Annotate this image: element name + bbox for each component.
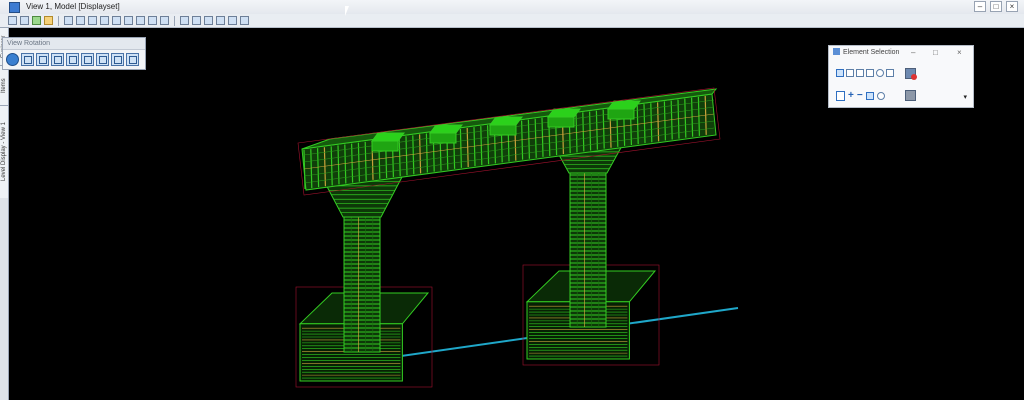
- bearing-block-face: [547, 116, 575, 128]
- window-area-icon[interactable]: [100, 16, 109, 25]
- window-titlebar: View 1, Model [Displayset] – □ ×: [0, 0, 1024, 15]
- navigate-icon[interactable]: [240, 16, 249, 25]
- toolbox-title: View Rotation: [3, 38, 145, 50]
- zoom-out-icon[interactable]: [88, 16, 97, 25]
- selection-tool-icon: [833, 48, 840, 55]
- fit-view-icon[interactable]: [112, 16, 121, 25]
- bearing-block: [547, 108, 581, 118]
- view-rotation-buttons: [3, 50, 145, 69]
- bearing-block: [489, 116, 523, 126]
- view-previous-icon[interactable]: [148, 16, 157, 25]
- maximize-button[interactable]: □: [933, 46, 938, 59]
- invert-mode-icon[interactable]: [865, 92, 874, 100]
- window-controls: – □ ×: [974, 1, 1018, 12]
- bottom-view-icon[interactable]: [81, 53, 94, 66]
- iso-right-view-icon[interactable]: [126, 53, 139, 66]
- toggle-mode-icon[interactable]: [876, 92, 885, 100]
- view-next-icon[interactable]: [160, 16, 169, 25]
- toolbar-separator: [174, 15, 175, 26]
- back-view-icon[interactable]: [96, 53, 109, 66]
- selection-method-row: [836, 69, 894, 77]
- maximize-button[interactable]: □: [990, 1, 1002, 12]
- window-title: View 1, Model [Displayset]: [26, 2, 120, 11]
- display-style-icon[interactable]: [20, 16, 29, 25]
- circle-method-icon[interactable]: [876, 69, 884, 77]
- element-selection-dialog: Element Selection – □ × + − ▾: [828, 45, 974, 108]
- bearing-block-face: [371, 140, 399, 152]
- front-view-icon[interactable]: [36, 53, 49, 66]
- saved-views-icon[interactable]: [216, 16, 225, 25]
- rotate-view-icon[interactable]: [6, 53, 19, 66]
- camera-icon[interactable]: [204, 16, 213, 25]
- pier-model: [295, 87, 739, 388]
- bearing-block: [429, 124, 463, 134]
- options-dropdown[interactable]: ▾: [963, 93, 967, 101]
- dialog-titlebar: Element Selection – □ ×: [829, 46, 973, 59]
- view-toolbar: [0, 14, 1024, 28]
- pan-view-icon[interactable]: [136, 16, 145, 25]
- view-rotation-toolbox: View Rotation: [2, 37, 146, 70]
- levels-icon[interactable]: [32, 16, 41, 25]
- fence-method-icon[interactable]: [886, 69, 894, 77]
- minimize-button[interactable]: –: [911, 46, 915, 59]
- view-attributes-icon[interactable]: [8, 16, 17, 25]
- select-arrow-icon[interactable]: [836, 91, 845, 101]
- rotate-view-icon[interactable]: [124, 16, 133, 25]
- render-icon[interactable]: [228, 16, 237, 25]
- clip-volume-icon[interactable]: [180, 16, 189, 25]
- bearing-block-face: [429, 132, 457, 144]
- zoom-in-icon[interactable]: [76, 16, 85, 25]
- block-method-icon[interactable]: [846, 69, 854, 77]
- clear-selection-icon[interactable]: [905, 68, 917, 80]
- update-view-icon[interactable]: [64, 16, 73, 25]
- minimize-button[interactable]: –: [974, 1, 986, 12]
- bearing-block-face: [489, 124, 517, 136]
- left-view-icon[interactable]: [111, 53, 124, 66]
- bearing-block-face: [607, 108, 635, 120]
- close-button[interactable]: ×: [957, 46, 962, 59]
- selection-mode-row: + −: [836, 91, 885, 101]
- add-mode-icon[interactable]: +: [848, 91, 854, 101]
- bearing-block: [371, 132, 405, 142]
- toolbar-separator: [58, 15, 59, 26]
- select-all-icon[interactable]: [905, 90, 916, 101]
- mouse-cursor-icon: [345, 6, 353, 16]
- shape-method-icon[interactable]: [856, 69, 864, 77]
- view-icon: [9, 2, 20, 13]
- individual-method-icon[interactable]: [836, 69, 844, 77]
- line-method-icon[interactable]: [866, 69, 874, 77]
- subtract-mode-icon[interactable]: −: [857, 91, 863, 101]
- right-view-icon[interactable]: [51, 53, 64, 66]
- iso-view-icon[interactable]: [66, 53, 79, 66]
- close-button[interactable]: ×: [1006, 1, 1018, 12]
- clip-mask-icon[interactable]: [192, 16, 201, 25]
- bearing-block: [607, 100, 641, 110]
- top-view-icon[interactable]: [21, 53, 34, 66]
- dialog-title: Element Selection: [843, 49, 900, 56]
- presentation-icon[interactable]: [44, 16, 53, 25]
- left-column: [343, 211, 381, 353]
